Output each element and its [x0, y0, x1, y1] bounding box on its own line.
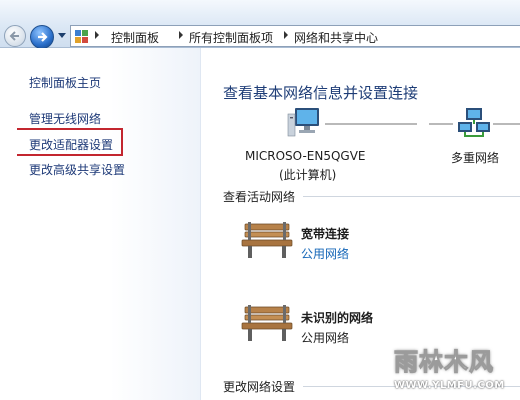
- breadcrumb-separator-icon[interactable]: [284, 31, 288, 39]
- address-bar: 控制面板 所有控制面板项 网络和共享中心: [0, 0, 520, 49]
- network-icon: [458, 108, 490, 137]
- recent-pages-dropdown-icon[interactable]: [58, 33, 66, 38]
- network-2-type: 公用网络: [301, 331, 350, 345]
- computer-name: MICROSO-EN5QGVE: [245, 149, 366, 163]
- network-name[interactable]: 多重网络: [451, 149, 499, 166]
- public-network-bench-icon: [241, 222, 293, 258]
- computer-icon: [287, 108, 319, 137]
- network-map-connector: [493, 123, 520, 125]
- watermark-logo: 雨林木风: [394, 348, 494, 377]
- address-field[interactable]: 控制面板 所有控制面板项 网络和共享中心: [70, 25, 520, 47]
- network-1-type-link[interactable]: 公用网络: [301, 245, 349, 262]
- forward-arrow-icon: [38, 32, 48, 42]
- watermark-url: WWW.YLMFU.COM: [394, 380, 505, 391]
- network-2-name: 未识别的网络: [301, 311, 374, 325]
- breadcrumb-separator-icon[interactable]: [95, 31, 99, 39]
- watermark: 雨林木风 WWW.YLMFU.COM: [386, 336, 520, 400]
- computer-subtitle: (此计算机): [279, 168, 337, 182]
- back-arrow-icon: [9, 31, 19, 41]
- highlight-annotation: [17, 128, 123, 156]
- breadcrumb-separator-icon[interactable]: [179, 31, 183, 39]
- back-button[interactable]: [4, 25, 26, 47]
- active-networks-label: 查看活动网络: [223, 190, 296, 204]
- network-map-connector: [429, 123, 453, 125]
- network-1-name: 宽带连接: [301, 227, 350, 241]
- breadcrumb-all-items[interactable]: 所有控制面板项: [189, 29, 273, 46]
- link-manage-wireless[interactable]: 管理无线网络: [29, 110, 101, 127]
- breadcrumb-network-center[interactable]: 网络和共享中心: [294, 29, 378, 46]
- change-settings-label: 更改网络设置: [223, 380, 296, 394]
- left-pane: 控制面板主页 管理无线网络 更改适配器设置 更改高级共享设置: [0, 48, 201, 400]
- public-network-bench-icon: [241, 305, 293, 341]
- forward-button[interactable]: [30, 25, 54, 49]
- link-advanced-sharing[interactable]: 更改高级共享设置: [29, 161, 125, 178]
- page-title: 查看基本网络信息并设置连接: [223, 84, 419, 102]
- network-map-connector: [325, 123, 417, 125]
- section-divider: [303, 196, 520, 197]
- control-panel-icon: [75, 30, 88, 43]
- link-control-panel-home[interactable]: 控制面板主页: [29, 74, 101, 91]
- breadcrumb-control-panel[interactable]: 控制面板: [111, 29, 159, 46]
